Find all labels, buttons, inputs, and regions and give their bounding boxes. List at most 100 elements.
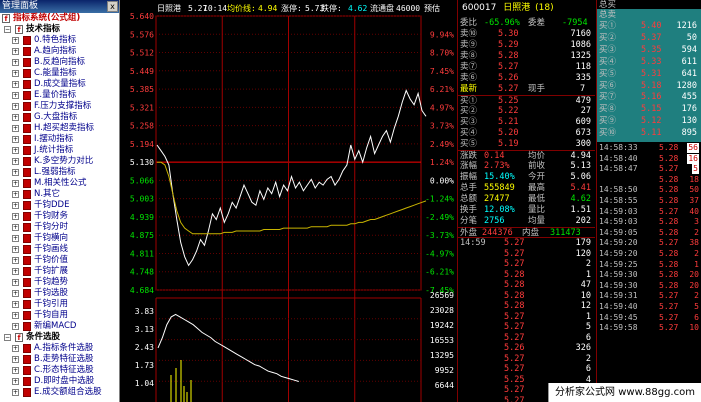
right-tick-time: 14:59:03 <box>599 206 638 216</box>
expand-icon[interactable]: + <box>12 367 19 374</box>
price-tick-label: 4.811 <box>130 249 154 258</box>
formula-folder-icon <box>23 168 31 177</box>
tree-node[interactable]: + 千钧选股 <box>0 288 119 299</box>
expand-icon[interactable]: + <box>12 246 19 253</box>
close-icon[interactable]: x <box>107 1 118 12</box>
expand-icon[interactable]: + <box>12 301 19 308</box>
buy-level-row: 买③ 5.21 609 <box>458 117 595 128</box>
right-tick-price: 5.27 <box>659 312 679 322</box>
tree-node[interactable]: + 千钧分时 <box>0 222 119 233</box>
tree-node[interactable]: − f 条件选股 <box>0 332 119 343</box>
stat-row: 振幅 15.40% 今开 5.06 <box>458 172 595 183</box>
tree-node[interactable]: + B.走势特征选股 <box>0 354 119 365</box>
tree-node[interactable]: +0.特色指标 <box>0 35 119 46</box>
expand-icon[interactable]: − <box>4 26 11 33</box>
percent-tick-label: -1.24% <box>425 195 454 204</box>
chart-info-text: 4.62 <box>348 4 367 13</box>
expand-icon[interactable]: + <box>12 224 19 231</box>
stat-label: 最高 <box>528 183 546 193</box>
expand-icon[interactable]: + <box>12 81 19 88</box>
tree-node[interactable]: + C.形态特征选股 <box>0 365 119 376</box>
tree-node[interactable]: + 千钧横向 <box>0 233 119 244</box>
tree-node[interactable]: + 新编MACD <box>0 321 119 332</box>
expand-icon[interactable]: + <box>12 180 19 187</box>
expand-icon[interactable]: + <box>12 136 19 143</box>
stat-value: 12.08% <box>484 205 515 215</box>
tree-node[interactable]: + D.成交量指标 <box>0 79 119 90</box>
buy-level-row: 买① 5.25 479 <box>458 95 595 106</box>
expand-icon[interactable]: + <box>12 158 19 165</box>
expand-icon[interactable]: + <box>12 213 19 220</box>
expand-icon[interactable]: − <box>4 334 11 341</box>
tree-node[interactable]: + E.成交额组合选股 <box>0 387 119 398</box>
tree-node[interactable]: + 千钧趋势 <box>0 277 119 288</box>
right-buy-label: 买③ <box>599 44 617 55</box>
tree-node[interactable]: + A.指标条件选股 <box>0 343 119 354</box>
tree-node[interactable]: + C.能量指标 <box>0 68 119 79</box>
tree-node[interactable]: + M.相关性公式 <box>0 178 119 189</box>
expand-icon[interactable]: + <box>12 312 19 319</box>
tree-node[interactable]: + L.强弱指标 <box>0 167 119 178</box>
expand-icon[interactable]: + <box>12 279 19 286</box>
buy-price: 5.20 <box>498 128 519 138</box>
tree-node[interactable]: + 千钧引用 <box>0 299 119 310</box>
expand-icon[interactable]: + <box>12 147 19 154</box>
expand-icon[interactable]: + <box>12 257 19 264</box>
expand-icon[interactable]: + <box>12 345 19 352</box>
tree-node[interactable]: f 指标系统(公式组) <box>0 13 119 24</box>
sell-volume: 118 <box>575 62 591 72</box>
tree-node[interactable]: + A.趋向指标 <box>0 46 119 57</box>
expand-icon[interactable]: + <box>12 37 19 44</box>
tree-node[interactable]: + J.统计指标 <box>0 145 119 156</box>
sell-price: 5.28 <box>498 51 519 61</box>
right-buy-volume: 895 <box>681 128 697 139</box>
expand-icon[interactable]: + <box>12 70 19 77</box>
tree-node-label: K.多空势力对比 <box>34 156 94 166</box>
expand-icon[interactable]: + <box>12 191 19 198</box>
expand-icon[interactable]: + <box>12 59 19 66</box>
expand-icon[interactable]: + <box>12 92 19 99</box>
tree-node[interactable]: + I.摆动指标 <box>0 134 119 145</box>
right-tick-price: 5.28 <box>659 270 679 280</box>
expand-icon[interactable]: + <box>12 125 19 132</box>
expand-icon[interactable]: + <box>12 103 19 110</box>
expand-icon[interactable]: + <box>12 48 19 55</box>
expand-icon[interactable]: + <box>12 202 19 209</box>
expand-icon[interactable]: + <box>12 389 19 396</box>
tick-row: 5.27 5 <box>458 322 595 333</box>
tree-node[interactable]: + 千钧DDE <box>0 200 119 211</box>
right-buy-row: 买② 5.37 50 <box>597 33 701 44</box>
expand-icon[interactable]: + <box>12 290 19 297</box>
tree-node[interactable]: + 千钧扩展 <box>0 266 119 277</box>
tree-node[interactable]: − f 技术指标 <box>0 24 119 35</box>
tree-node[interactable]: + H.超买超卖指标 <box>0 123 119 134</box>
expand-icon[interactable]: + <box>12 323 19 330</box>
expand-icon[interactable]: + <box>12 235 19 242</box>
tree-node[interactable]: + K.多空势力对比 <box>0 156 119 167</box>
tree-node-label: I.摆动指标 <box>34 134 74 144</box>
right-buy-volume: 130 <box>681 116 697 127</box>
tree-node[interactable]: + B.反趋向指标 <box>0 57 119 68</box>
tick-row: 5.27 2 <box>458 259 595 270</box>
expand-icon[interactable]: + <box>12 114 19 121</box>
formula-folder-icon <box>23 267 31 276</box>
stat-row: 换手 12.08% 量比 1.51 <box>458 205 595 216</box>
tree-node[interactable]: + 千钧价值 <box>0 255 119 266</box>
tree-node[interactable]: + G.大盘指标 <box>0 112 119 123</box>
buy-level-row: 买② 5.22 27 <box>458 106 595 117</box>
tree-node[interactable]: + N.其它 <box>0 189 119 200</box>
right-buy-price: 5.12 <box>641 116 662 127</box>
expand-icon[interactable]: + <box>12 356 19 363</box>
tree-node[interactable]: + 千钧画线 <box>0 244 119 255</box>
right-buy-label: 买⑤ <box>599 68 617 79</box>
expand-icon[interactable]: + <box>12 268 19 275</box>
tree-node[interactable]: + E.量价指标 <box>0 90 119 101</box>
expand-icon[interactable]: + <box>12 378 19 385</box>
tree-node[interactable]: + D.即时盘中选股 <box>0 376 119 387</box>
expand-icon[interactable]: + <box>12 169 19 176</box>
formula-folder-icon <box>23 124 31 133</box>
tree-node[interactable]: + 千钧财务 <box>0 211 119 222</box>
tree-node[interactable]: + F.压力支撑指标 <box>0 101 119 112</box>
tree-node-label: G.大盘指标 <box>34 112 78 122</box>
tree-node[interactable]: + 千钧自用 <box>0 310 119 321</box>
